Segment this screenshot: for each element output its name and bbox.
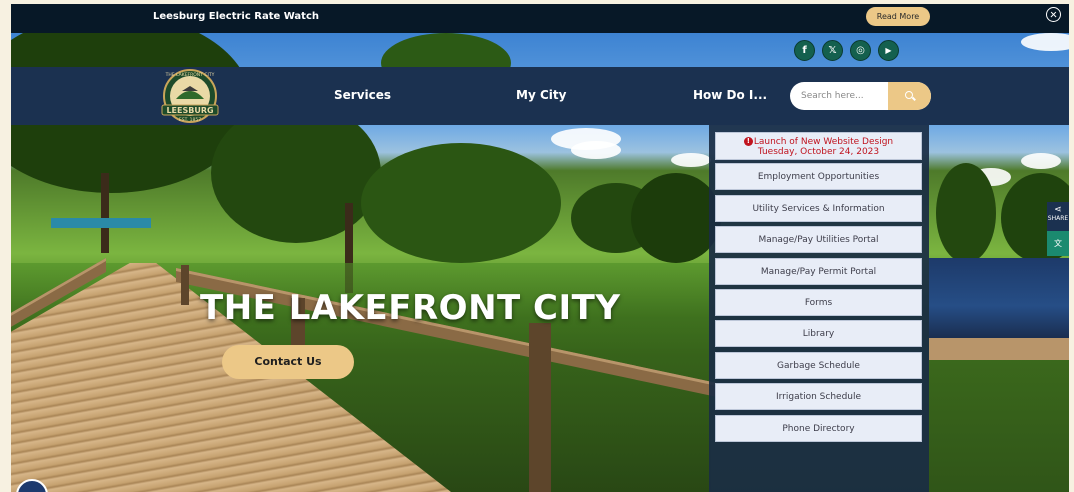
quick-links-panel: ! Launch of New Website Design Tuesday, O… [709,125,929,492]
announcement-link[interactable]: ! Launch of New Website Design Tuesday, O… [715,132,922,160]
page: Leesburg Electric Rate Watch Read More f… [0,0,1074,492]
quick-link-permit-portal[interactable]: Manage/Pay Permit Portal [715,258,922,285]
logo-top-text: THE LAKEFRONT CITY [165,72,215,78]
announcement-line2: Tuesday, October 24, 2023 [757,147,880,157]
share-button[interactable]: ⋖ SHARE [1047,202,1069,232]
quick-link-phone-directory[interactable]: Phone Directory [715,415,922,442]
alert-bar: Leesburg Electric Rate Watch Read More [11,4,1069,33]
search-box [790,82,931,110]
quick-link-utilities-portal[interactable]: Manage/Pay Utilities Portal [715,226,922,253]
quick-link-garbage-schedule[interactable]: Garbage Schedule [715,352,922,379]
quick-link-employment[interactable]: Employment Opportunities [715,163,922,190]
facebook-icon[interactable]: f [794,40,815,61]
logo-est-text: EST. 1857 [179,117,201,123]
alert-text: Leesburg Electric Rate Watch [153,11,319,22]
site-frame: Leesburg Electric Rate Watch Read More f… [11,4,1069,492]
nav-item-how-do-i[interactable]: How Do I... [693,88,767,102]
read-more-button[interactable]: Read More [866,7,930,26]
nav-item-my-city[interactable]: My City [516,88,566,102]
share-label: SHARE [1047,215,1069,222]
quick-link-forms[interactable]: Forms [715,289,922,316]
contact-us-button[interactable]: Contact Us [222,345,354,379]
quick-link-library[interactable]: Library [715,320,922,347]
quick-link-irrigation-schedule[interactable]: Irrigation Schedule [715,383,922,410]
search-icon[interactable] [888,82,931,110]
youtube-icon[interactable]: ▶ [878,40,899,61]
translate-icon[interactable]: 文 [1047,231,1069,256]
main-nav: LEESBURG THE LAKEFRONT CITY EST. 1857 Se… [11,67,1069,125]
search-input[interactable] [790,82,889,110]
instagram-icon[interactable]: ◎ [850,40,871,61]
close-icon[interactable] [1046,7,1061,22]
logo-name-text: LEESBURG [166,106,213,115]
quick-link-utility-services[interactable]: Utility Services & Information [715,195,922,222]
nav-item-services[interactable]: Services [334,88,391,102]
hero-title: THE LAKEFRONT CITY [200,288,621,328]
share-icon: ⋖ [1054,205,1062,215]
leesburg-logo[interactable]: LEESBURG THE LAKEFRONT CITY EST. 1857 [154,69,226,124]
alert-icon: ! [743,137,753,146]
announcement-line1: Launch of New Website Design [753,137,894,147]
x-twitter-icon[interactable]: 𝕏 [822,40,843,61]
